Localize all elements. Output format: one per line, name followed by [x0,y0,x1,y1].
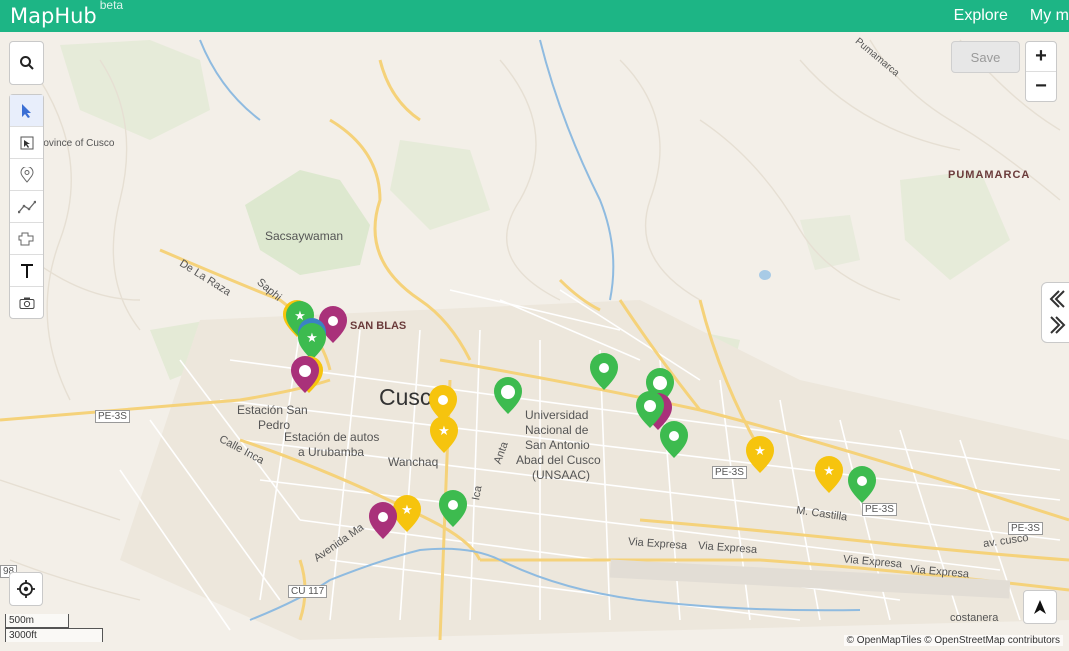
search-icon [19,56,34,70]
locate-button[interactable] [9,572,43,606]
pointer-icon [21,103,31,118]
photo-tool[interactable] [10,287,43,318]
chevron-toggle-icon [1049,290,1066,334]
marker-yellow-east-1[interactable]: ★ [746,436,774,473]
area-tool[interactable] [10,223,43,255]
marker-purple-south[interactable] [369,502,397,539]
camera-icon [19,297,34,309]
map-canvas[interactable]: rovince of Cusco Sacsaywaman Pumamarca P… [0,32,1069,651]
marker-yellow-south[interactable]: ★ [393,495,421,532]
north-arrow-icon [1034,600,1046,614]
north-button[interactable] [1023,590,1057,624]
crosshair-icon [17,580,35,598]
marker-green-unsaac[interactable] [494,377,522,414]
map-pin-icon [19,166,34,183]
brand-tag: beta [99,0,124,12]
marker-yellow-cusco-2[interactable]: ★ [430,416,458,453]
save-button[interactable]: Save [951,41,1020,73]
text-tool[interactable] [10,255,43,287]
nav-explore[interactable]: Explore [954,7,1008,24]
scale-imperial: 3000ft [5,628,103,642]
marker-green-east-4[interactable] [848,466,876,503]
text-icon [20,263,33,278]
marker-green-north[interactable] [590,353,618,390]
polygon-icon [18,232,33,245]
scale-metric: 500m [5,614,69,628]
zoom-control: + − [1025,41,1057,102]
svg-text:★: ★ [401,502,413,517]
brand-logo[interactable]: MapHub beta [10,0,123,28]
svg-text:★: ★ [754,443,766,458]
top-nav: Explore My m [932,7,1069,25]
side-panel-toggle[interactable] [1041,282,1069,343]
zoom-out-button[interactable]: − [1026,72,1056,101]
marker-layer: ★ ★ ★ ★ ★ ★ ★ [283,300,876,539]
marker-green-south[interactable] [439,490,467,527]
svg-text:★: ★ [306,330,318,345]
line-tool[interactable] [10,191,43,223]
scale-bar: 500m 3000ft [5,614,103,642]
edit-tool[interactable] [10,127,43,159]
marker-yellow-east-2[interactable]: ★ [815,456,843,493]
top-bar: MapHub beta Explore My m [0,0,1069,32]
select-tool[interactable] [10,95,43,127]
marker-green-east-3[interactable] [660,421,688,458]
drawing-toolbar [9,94,44,319]
svg-text:★: ★ [438,423,450,438]
polyline-icon [17,200,36,213]
marker-purple-centro[interactable] [291,356,319,393]
nav-my-maps[interactable]: My m [1030,7,1069,24]
brand-name[interactable]: MapHub [10,4,97,28]
zoom-in-button[interactable]: + [1026,42,1056,72]
edit-pointer-icon [20,136,33,149]
point-tool[interactable] [10,159,43,191]
svg-text:★: ★ [823,463,835,478]
search-button[interactable] [9,41,44,85]
marker-green-plaza[interactable]: ★ [298,323,326,360]
map-attribution[interactable]: © OpenMapTiles © OpenStreetMap contribut… [843,635,1063,646]
